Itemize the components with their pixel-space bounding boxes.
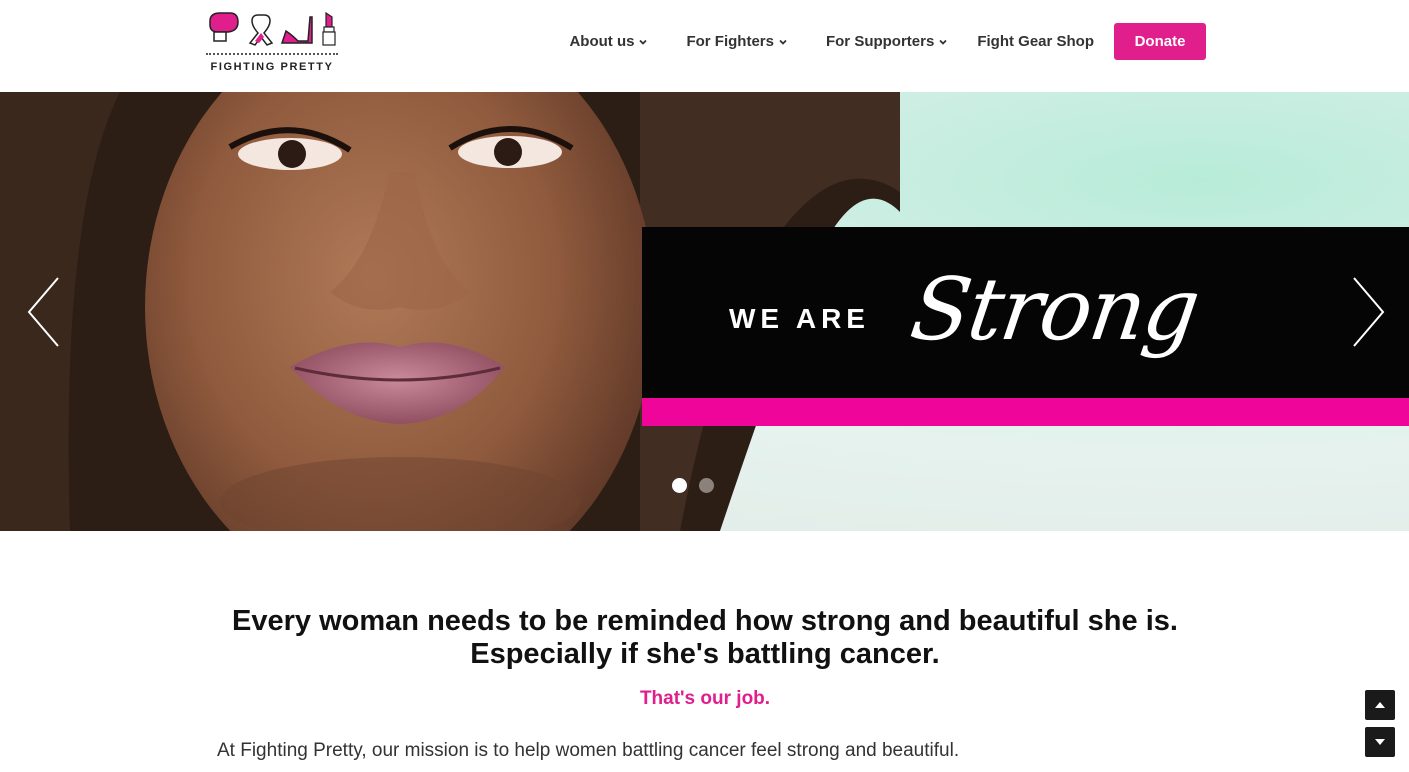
mission-paragraph: At Fighting Pretty, our mission is to he… <box>217 740 960 761</box>
mission-tagline: That's our job. <box>639 688 771 709</box>
donate-button[interactable]: Donate <box>1114 23 1206 60</box>
nav-item-label: About us <box>569 33 635 50</box>
mission-headline: Every woman needs to be reminded how str… <box>232 605 1178 670</box>
chevron-down-icon <box>639 39 648 45</box>
site-logo[interactable]: FIGHTING PRETTY <box>206 11 338 75</box>
slider-dot-1[interactable] <box>672 478 687 493</box>
scroll-down-button[interactable] <box>1365 727 1395 757</box>
nav-item-label: Fight Gear Shop <box>977 33 1094 50</box>
high-heel-icon <box>280 16 313 44</box>
nav-item-about-us[interactable]: About us <box>569 33 648 50</box>
banner-prefix-text: WE ARE <box>729 303 870 334</box>
scroll-down-icon <box>1375 739 1385 745</box>
nav-item-label: For Fighters <box>686 33 774 50</box>
scroll-up-button[interactable] <box>1365 690 1395 720</box>
lipstick-icon <box>322 11 336 46</box>
logo-divider <box>206 53 338 55</box>
chevron-down-icon <box>779 39 787 45</box>
boxing-glove-icon <box>209 12 239 42</box>
logo-icons <box>209 11 336 46</box>
ribbon-icon <box>248 14 274 46</box>
slider-dot-2[interactable] <box>699 478 714 493</box>
arrow-right-icon[interactable] <box>1352 276 1386 348</box>
nav-item-fight-gear-shop[interactable]: Fight Gear Shop <box>977 33 1094 50</box>
site-header: FIGHTING PRETTY About us For Fighters Fo… <box>0 0 1409 92</box>
hero-banner-stripe <box>642 398 1409 426</box>
nav-item-label: For Supporters <box>825 33 935 50</box>
scroll-up-icon <box>1375 702 1385 708</box>
arrow-left-icon[interactable] <box>26 276 60 348</box>
nav-item-for-fighters[interactable]: For Fighters <box>686 33 787 50</box>
slider-dots <box>672 478 726 493</box>
chevron-down-icon <box>939 39 947 45</box>
main-nav: About us For Fighters For Supporters Fig… <box>569 23 1206 60</box>
nav-item-for-supporters[interactable]: For Supporters <box>826 33 947 50</box>
hero-slider: WE ARE Strong <box>0 92 1409 531</box>
logo-wordmark: FIGHTING PRETTY <box>210 61 334 73</box>
banner-script-text: Strong <box>904 260 1204 360</box>
